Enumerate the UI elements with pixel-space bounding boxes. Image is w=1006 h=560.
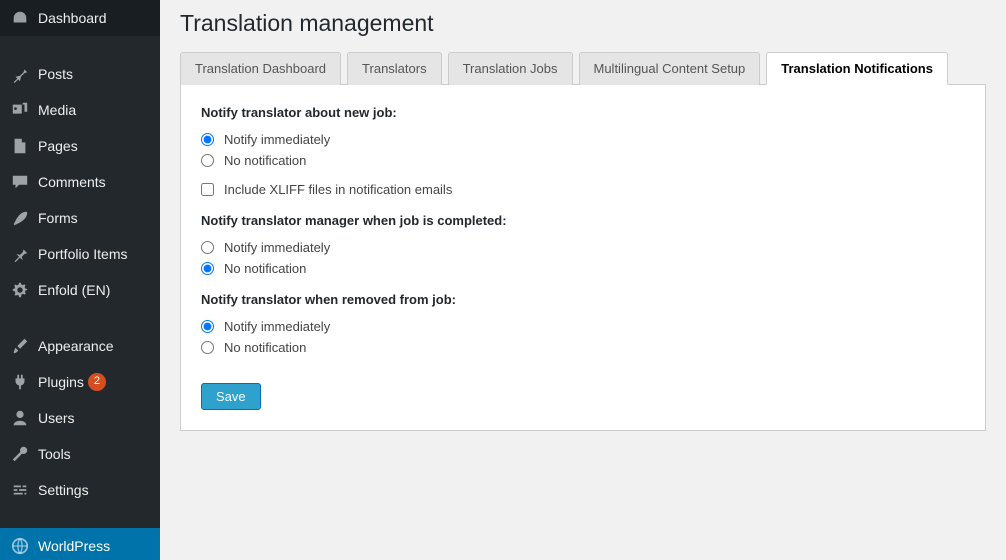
sidebar-label: WorldPress <box>38 538 110 554</box>
gear-icon <box>10 280 30 300</box>
sidebar-label: Comments <box>38 174 106 190</box>
page-title: Translation management <box>180 10 986 37</box>
s1-opt1-label: Notify immediately <box>224 132 330 147</box>
sidebar-label: Dashboard <box>38 10 107 26</box>
sidebar-label: Pages <box>38 138 78 154</box>
page-icon <box>10 136 30 156</box>
s2-notify-immediately-radio[interactable] <box>201 241 214 254</box>
plugins-badge: 2 <box>88 373 106 390</box>
sidebar-item-enfold[interactable]: Enfold (EN) <box>0 272 160 308</box>
section1-heading: Notify translator about new job: <box>201 105 965 120</box>
tab-multilingual-content-setup[interactable]: Multilingual Content Setup <box>579 52 761 85</box>
sidebar-label: Plugins <box>38 374 84 390</box>
sidebar-label: Forms <box>38 210 78 226</box>
user-icon <box>10 408 30 428</box>
globe-icon <box>10 536 30 556</box>
s1-opt2-label: No notification <box>224 153 306 168</box>
sliders-icon <box>10 480 30 500</box>
sidebar-item-media[interactable]: Media <box>0 92 160 128</box>
s1-notify-immediately-radio[interactable] <box>201 133 214 146</box>
include-xliff-checkbox[interactable] <box>201 183 214 196</box>
dashboard-icon <box>10 8 30 28</box>
brush-icon <box>10 336 30 356</box>
feather-icon <box>10 208 30 228</box>
include-xliff-label: Include XLIFF files in notification emai… <box>224 182 452 197</box>
sidebar-label: Enfold (EN) <box>38 282 110 298</box>
plug-icon <box>10 372 30 392</box>
s2-no-notification-radio[interactable] <box>201 262 214 275</box>
main-content: Translation management Translation Dashb… <box>160 0 1006 560</box>
sidebar-item-tools[interactable]: Tools <box>0 436 160 472</box>
sidebar-item-pages[interactable]: Pages <box>0 128 160 164</box>
tab-translation-notifications[interactable]: Translation Notifications <box>766 52 948 85</box>
sidebar-item-users[interactable]: Users <box>0 400 160 436</box>
s3-no-notification-radio[interactable] <box>201 341 214 354</box>
sidebar-item-posts[interactable]: Posts <box>0 56 160 92</box>
media-icon <box>10 100 30 120</box>
sidebar-label: Portfolio Items <box>38 246 127 262</box>
sidebar-label: Settings <box>38 482 89 498</box>
sidebar-item-worldpress[interactable]: WorldPress <box>0 528 160 560</box>
push-pin-icon <box>10 244 30 264</box>
sidebar-label: Appearance <box>38 338 114 354</box>
s2-opt1-label: Notify immediately <box>224 240 330 255</box>
wrench-icon <box>10 444 30 464</box>
tab-translators[interactable]: Translators <box>347 52 442 85</box>
section3-heading: Notify translator when removed from job: <box>201 292 965 307</box>
sidebar-label: Media <box>38 102 76 118</box>
save-button[interactable]: Save <box>201 383 261 410</box>
s2-opt2-label: No notification <box>224 261 306 276</box>
sidebar-item-forms[interactable]: Forms <box>0 200 160 236</box>
tab-translation-jobs[interactable]: Translation Jobs <box>448 52 573 85</box>
tabs: Translation Dashboard Translators Transl… <box>180 51 986 85</box>
sidebar-item-comments[interactable]: Comments <box>0 164 160 200</box>
s3-notify-immediately-radio[interactable] <box>201 320 214 333</box>
s3-opt2-label: No notification <box>224 340 306 355</box>
admin-sidebar: Dashboard Posts Media Pages Comments For… <box>0 0 160 560</box>
s1-no-notification-radio[interactable] <box>201 154 214 167</box>
sidebar-item-portfolio[interactable]: Portfolio Items <box>0 236 160 272</box>
settings-panel: Notify translator about new job: Notify … <box>180 85 986 431</box>
tab-translation-dashboard[interactable]: Translation Dashboard <box>180 52 341 85</box>
pin-icon <box>10 64 30 84</box>
sidebar-label: Posts <box>38 66 73 82</box>
sidebar-item-appearance[interactable]: Appearance <box>0 328 160 364</box>
sidebar-label: Users <box>38 410 75 426</box>
section2-heading: Notify translator manager when job is co… <box>201 213 965 228</box>
s3-opt1-label: Notify immediately <box>224 319 330 334</box>
sidebar-label: Tools <box>38 446 71 462</box>
sidebar-item-plugins[interactable]: Plugins 2 <box>0 364 160 400</box>
sidebar-item-dashboard[interactable]: Dashboard <box>0 0 160 36</box>
comment-icon <box>10 172 30 192</box>
sidebar-item-settings[interactable]: Settings <box>0 472 160 508</box>
